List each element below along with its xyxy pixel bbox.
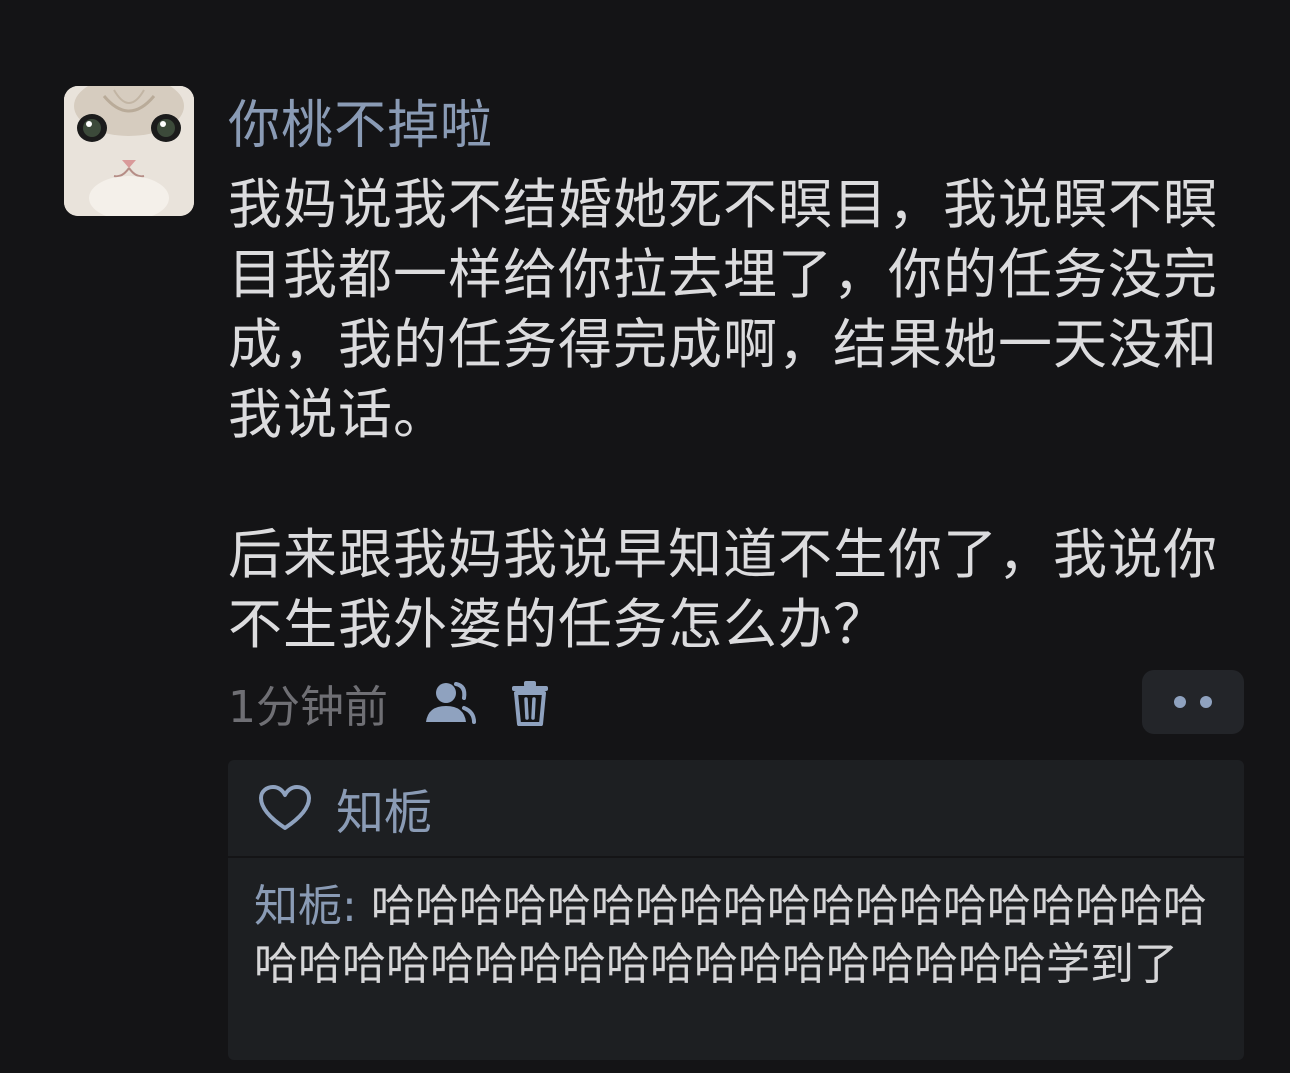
post-body: 我妈说我不结婚她死不瞑目，我说瞑不瞑目我都一样给你拉去埋了，你的任务没完成，我的… [228, 170, 1218, 660]
user-group-icon[interactable] [422, 675, 478, 731]
post-paragraph: 后来跟我妈我说早知道不生你了，我说你不生我外婆的任务怎么办？ [228, 523, 1218, 656]
post-username[interactable]: 你桃不掉啦 [228, 92, 493, 160]
reply-item[interactable]: 知栀: 哈哈哈哈哈哈哈哈哈哈哈哈哈哈哈哈哈哈哈哈哈哈哈哈哈哈哈哈哈哈哈哈哈哈哈哈… [228, 858, 1244, 994]
more-options-button[interactable] [1142, 670, 1244, 734]
post-paragraph: 我妈说我不结婚她死不瞑目，我说瞑不瞑目我都一样给你拉去埋了，你的任务没完成，我的… [228, 173, 1218, 446]
liker-name[interactable]: 知栀 [336, 773, 432, 843]
avatar[interactable] [64, 86, 194, 216]
more-dots-icon [1174, 696, 1186, 708]
reply-text: 哈哈哈哈哈哈哈哈哈哈哈哈哈哈哈哈哈哈哈哈哈哈哈哈哈哈哈哈哈哈哈哈哈哈哈哈哈学到了 [254, 881, 1207, 990]
likes-row: 知栀 [228, 760, 1244, 858]
reply-separator: : [342, 881, 357, 932]
trash-icon[interactable] [502, 675, 558, 731]
interaction-panel: 知栀 知栀: 哈哈哈哈哈哈哈哈哈哈哈哈哈哈哈哈哈哈哈哈哈哈哈哈哈哈哈哈哈哈哈哈哈… [228, 760, 1244, 1060]
more-dots-icon [1200, 696, 1212, 708]
post-timestamp: 1分钟前 [228, 682, 388, 733]
heart-icon[interactable] [258, 784, 312, 832]
reply-author[interactable]: 知栀 [254, 881, 342, 932]
cat-avatar-icon [64, 86, 194, 216]
post-meta-row: 1分钟前 [228, 672, 558, 734]
